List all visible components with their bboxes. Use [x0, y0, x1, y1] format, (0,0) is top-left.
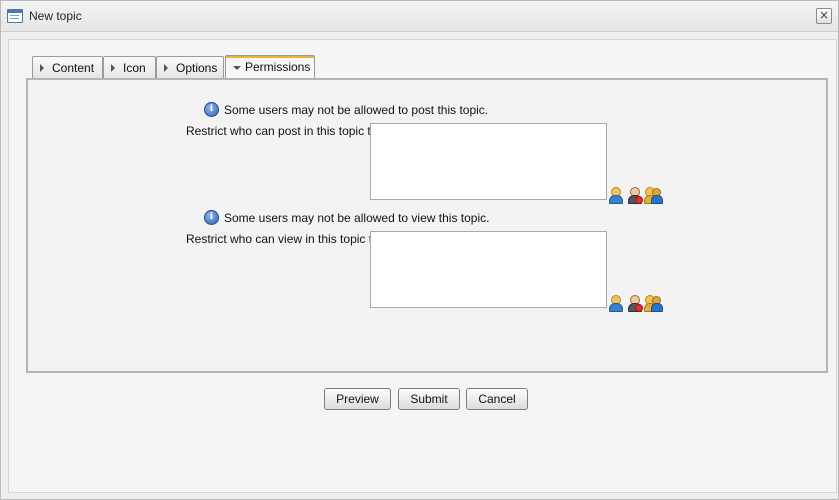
cancel-button[interactable]: Cancel — [466, 388, 528, 410]
post-restrict-label: Restrict who can post in this topic to — [186, 124, 378, 138]
select-user-icon[interactable] — [608, 187, 623, 204]
chevron-right-icon — [40, 64, 44, 72]
info-icon: i — [204, 210, 219, 225]
tab-icon[interactable]: Icon — [103, 56, 156, 78]
tab-label: Content — [52, 61, 95, 75]
window-icon — [7, 9, 23, 23]
view-restrict-label: Restrict who can view in this topic to — [186, 232, 379, 246]
post-restrict-field[interactable] — [370, 123, 607, 200]
select-role-icon[interactable] — [627, 187, 643, 204]
tab-label: Permissions — [245, 60, 311, 74]
tab-content[interactable]: Content — [32, 56, 103, 78]
dialog-window: New topic × Content Icon Options Permiss… — [0, 0, 839, 500]
select-group-icon[interactable] — [644, 295, 663, 312]
tab-options[interactable]: Options — [156, 56, 224, 78]
post-info-text: Some users may not be allowed to post th… — [224, 102, 489, 117]
select-group-icon[interactable] — [644, 187, 663, 204]
title-bar[interactable]: New topic × — [1, 1, 838, 32]
tab-label: Icon — [123, 61, 146, 75]
view-restrict-field[interactable] — [370, 231, 607, 308]
preview-button[interactable]: Preview — [324, 388, 391, 410]
view-info-message: i Some users may not be allowed to view … — [204, 210, 489, 225]
submit-button[interactable]: Submit — [398, 388, 460, 410]
close-icon[interactable]: × — [816, 8, 832, 24]
tab-permissions[interactable]: Permissions — [225, 55, 315, 79]
info-icon: i — [204, 102, 219, 117]
post-info-message: i Some users may not be allowed to post … — [204, 102, 488, 117]
chevron-right-icon — [111, 64, 115, 72]
select-user-icon[interactable] — [608, 295, 623, 312]
tab-label: Options — [176, 61, 218, 75]
chevron-down-icon — [233, 66, 241, 70]
select-role-icon[interactable] — [627, 295, 643, 312]
window-title: New topic — [29, 9, 82, 23]
chevron-right-icon — [164, 64, 168, 72]
view-info-text: Some users may not be allowed to view th… — [224, 210, 490, 225]
